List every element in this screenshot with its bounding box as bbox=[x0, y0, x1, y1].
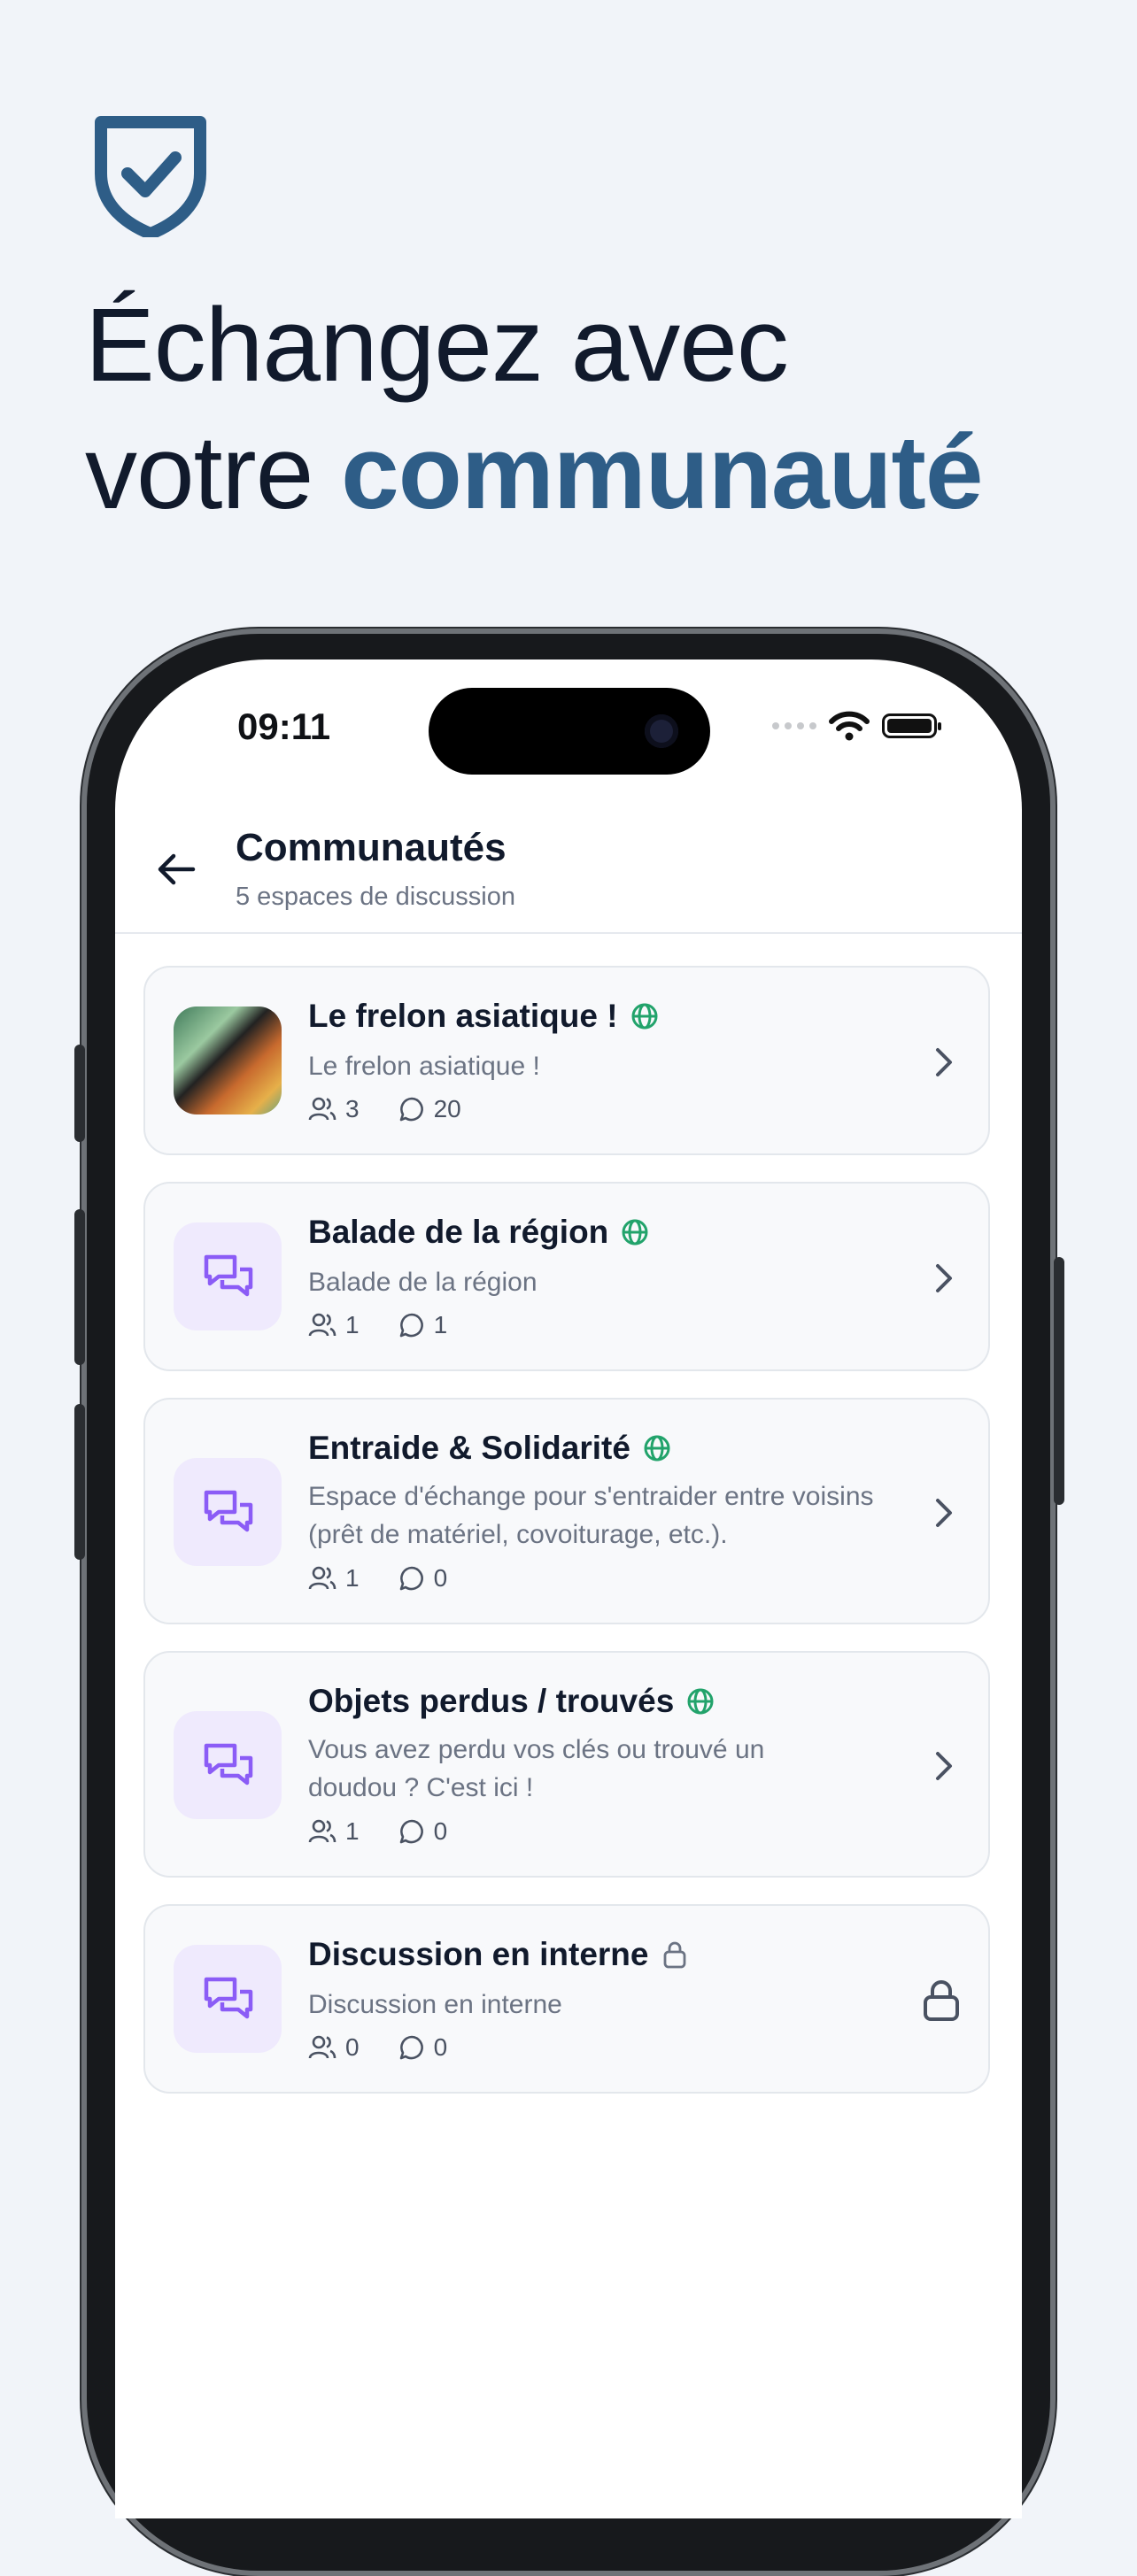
community-card[interactable]: Entraide & Solidarité Espace d'échange p… bbox=[143, 1398, 990, 1624]
battery-icon bbox=[882, 713, 941, 738]
chevron-right-icon bbox=[936, 1752, 952, 1780]
community-card[interactable]: Balade de la région Balade de la région … bbox=[143, 1182, 990, 1371]
community-card[interactable]: Objets perdus / trouvés Vous avez perdu … bbox=[143, 1651, 990, 1878]
comment-icon bbox=[399, 2035, 423, 2060]
messages-count: 20 bbox=[433, 1095, 461, 1122]
chat-bubbles-icon bbox=[174, 1458, 282, 1566]
messages-count: 0 bbox=[433, 1564, 448, 1592]
community-description: Le frelon asiatique ! bbox=[308, 1052, 540, 1081]
phone-volume-up bbox=[74, 1209, 85, 1365]
community-stats: 1 0 bbox=[308, 1564, 447, 1593]
members-count: 0 bbox=[345, 2033, 360, 2061]
community-name-text: Le frelon asiatique ! bbox=[308, 998, 618, 1034]
comment-icon bbox=[399, 1097, 423, 1122]
community-name-text: Entraide & Solidarité bbox=[308, 1430, 630, 1466]
camera-icon bbox=[645, 714, 678, 748]
community-name: Objets perdus / trouvés bbox=[308, 1683, 715, 1720]
photo-thumbnail bbox=[174, 1006, 282, 1114]
dynamic-island bbox=[429, 688, 710, 775]
app-header: Communautés 5 espaces de discussion bbox=[115, 801, 1022, 934]
wifi-icon bbox=[829, 711, 870, 741]
headline-plain: votre bbox=[85, 414, 342, 531]
members-count: 3 bbox=[345, 1095, 360, 1122]
community-card[interactable]: Le frelon asiatique ! Le frelon asiatiqu… bbox=[143, 966, 990, 1155]
status-time: 09:11 bbox=[237, 706, 331, 747]
comment-icon bbox=[399, 1819, 423, 1844]
community-stats: 1 1 bbox=[308, 1311, 447, 1339]
signal-icon bbox=[772, 722, 816, 729]
status-icons bbox=[772, 711, 941, 741]
headline-accent: communauté bbox=[341, 414, 983, 531]
community-name: Entraide & Solidarité bbox=[308, 1430, 671, 1467]
chat-bubbles-icon bbox=[174, 1945, 282, 2053]
chevron-right-icon bbox=[936, 1048, 952, 1076]
globe-icon bbox=[687, 1688, 714, 1715]
page-title: Communautés bbox=[236, 826, 507, 869]
community-name-text: Discussion en interne bbox=[308, 1936, 649, 1972]
members-count: 1 bbox=[345, 1564, 360, 1592]
globe-icon bbox=[644, 1435, 670, 1462]
headline-line-2: votre communauté bbox=[85, 409, 983, 536]
globe-icon bbox=[622, 1219, 648, 1246]
chat-bubbles-icon bbox=[174, 1711, 282, 1819]
shield-check-icon bbox=[95, 116, 206, 237]
chevron-right-icon bbox=[936, 1499, 952, 1527]
community-name-text: Balade de la région bbox=[308, 1214, 609, 1250]
page-subtitle: 5 espaces de discussion bbox=[236, 883, 515, 911]
lock-icon bbox=[663, 1941, 685, 1969]
globe-icon bbox=[631, 1003, 658, 1030]
community-description: Discussion en interne bbox=[308, 1990, 562, 2019]
messages-count: 0 bbox=[433, 1817, 448, 1845]
members-count: 1 bbox=[345, 1817, 360, 1845]
community-stats: 1 0 bbox=[308, 1817, 447, 1846]
community-description: Espace d'échange pour s'entraider entre … bbox=[308, 1482, 874, 1549]
community-stats: 3 20 bbox=[308, 1095, 461, 1123]
messages-count: 0 bbox=[433, 2033, 448, 2061]
comment-icon bbox=[399, 1313, 423, 1338]
community-name: Le frelon asiatique ! bbox=[308, 998, 659, 1035]
messages-count: 1 bbox=[433, 1311, 448, 1338]
back-arrow-icon[interactable] bbox=[156, 849, 197, 890]
community-name: Discussion en interne bbox=[308, 1936, 688, 1973]
community-description: Vous avez perdu vos clés ou trouvé un do… bbox=[308, 1735, 765, 1802]
phone-action-button bbox=[74, 1045, 85, 1142]
members-icon bbox=[308, 1566, 336, 1590]
phone-volume-down bbox=[74, 1404, 85, 1560]
community-description: Balade de la région bbox=[308, 1268, 538, 1297]
community-name: Balade de la région bbox=[308, 1214, 649, 1251]
members-count: 1 bbox=[345, 1311, 360, 1338]
community-name-text: Objets perdus / trouvés bbox=[308, 1683, 675, 1719]
chat-bubbles-icon bbox=[174, 1222, 282, 1330]
phone-power-button bbox=[1054, 1257, 1064, 1505]
members-icon bbox=[308, 1097, 336, 1121]
chevron-right-icon bbox=[936, 1264, 952, 1292]
community-card[interactable]: Discussion en interne Discussion en inte… bbox=[143, 1904, 990, 2094]
headline-line-1: Échangez avec bbox=[85, 287, 789, 404]
members-icon bbox=[308, 1313, 336, 1337]
community-list: Le frelon asiatique ! Le frelon asiatiqu… bbox=[143, 966, 990, 2120]
comment-icon bbox=[399, 1566, 423, 1591]
community-stats: 0 0 bbox=[308, 2033, 447, 2062]
phone-screen: 09:11 Communautés 5 espaces de discussio… bbox=[115, 659, 1022, 2518]
headline: Échangez avec votre communauté bbox=[85, 282, 983, 536]
lock-icon bbox=[924, 1980, 959, 2021]
members-icon bbox=[308, 2035, 336, 2059]
members-icon bbox=[308, 1819, 336, 1843]
